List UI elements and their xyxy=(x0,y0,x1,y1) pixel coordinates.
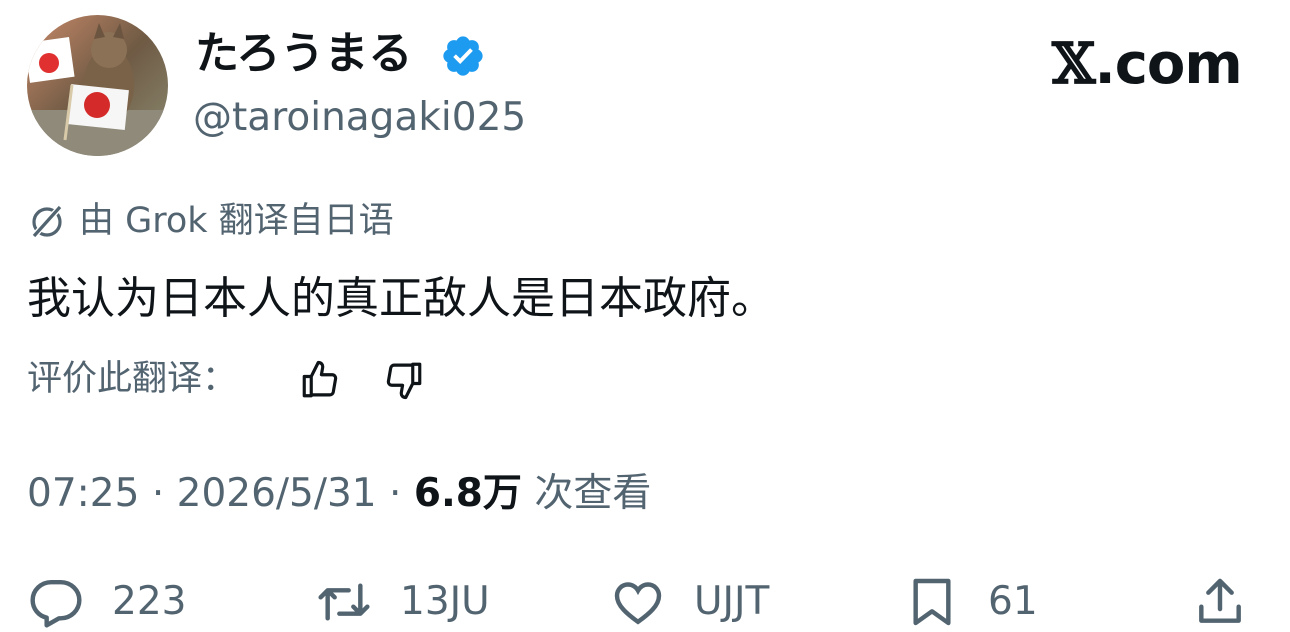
translation-label: 由 Grok 翻译自日语 xyxy=(79,201,394,241)
brand-logo: 𝕏.com xyxy=(1052,31,1243,97)
tweet-meta: 07:25 · 2026/5/31 · 6.8万 次查看 xyxy=(27,466,651,522)
bookmark-count: 61 xyxy=(988,579,1038,624)
thumbs-up-icon[interactable] xyxy=(299,359,341,401)
avatar-image xyxy=(27,15,168,156)
bookmark-icon xyxy=(913,578,951,626)
share-icon xyxy=(1199,578,1241,623)
reply-icon xyxy=(30,579,82,628)
like-count: UJJT xyxy=(694,579,770,624)
reply-button[interactable]: 223 xyxy=(28,572,186,632)
thumbs-down-icon[interactable] xyxy=(383,359,425,401)
x-logo-icon: 𝕏 xyxy=(1052,31,1095,97)
heart-icon xyxy=(614,582,662,625)
retweet-button[interactable]: 13JU xyxy=(316,572,490,632)
brand-suffix: .com xyxy=(1094,32,1242,97)
tweet-time[interactable]: 07:25 xyxy=(27,471,139,516)
display-name[interactable]: たろうまる xyxy=(195,28,412,80)
retweet-count: 13JU xyxy=(400,579,490,624)
verified-badge-icon xyxy=(440,33,486,79)
avatar[interactable] xyxy=(27,15,168,156)
views-label: 次查看 xyxy=(534,471,652,516)
meta-separator: · xyxy=(389,471,402,516)
like-button[interactable]: UJJT xyxy=(610,572,769,632)
views-count: 6.8万 xyxy=(413,471,522,516)
meta-separator: · xyxy=(151,471,165,516)
share-button[interactable] xyxy=(1192,572,1248,632)
reply-count: 223 xyxy=(112,579,187,624)
user-handle[interactable]: @taroinagaki025 xyxy=(193,94,526,142)
grok-icon xyxy=(30,203,64,240)
translation-notice[interactable]: 由 Grok 翻译自日语 xyxy=(27,198,394,244)
tweet-text: 我认为日本人的真正敌人是日本政府。 xyxy=(27,273,775,324)
tweet-date[interactable]: 2026/5/31 xyxy=(177,471,377,516)
retweet-icon xyxy=(318,583,370,621)
bookmark-button[interactable]: 61 xyxy=(904,572,1038,632)
rate-translation-label: 评价此翻译： xyxy=(27,359,238,399)
